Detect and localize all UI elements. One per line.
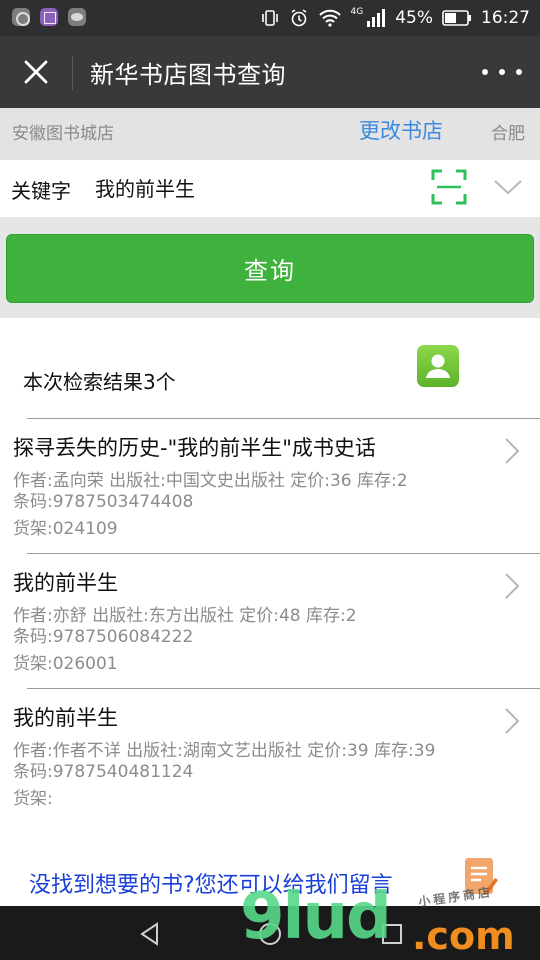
change-store-link[interactable]: 更改书店 <box>359 115 443 145</box>
book-title: 探寻丢失的历史-"我的前半生"成书史话 <box>13 436 376 460</box>
keyword-input[interactable] <box>95 173 395 201</box>
page-title: 新华书店图书查询 <box>90 61 286 89</box>
person-icon <box>426 354 450 378</box>
book-shelf: 货架: <box>13 789 53 809</box>
book-barcode: 条码:9787506084222 <box>13 627 194 647</box>
wifi-icon <box>318 9 341 27</box>
more-dot-icon <box>482 69 488 75</box>
item-divider <box>27 553 540 554</box>
scan-button[interactable] <box>430 168 468 206</box>
result-count: 本次检索结果3个 <box>23 370 176 394</box>
result-item[interactable]: 我的前半生 作者:作者不详 出版社:湖南文艺出版社 定价:39 库存:39 条码… <box>0 688 540 823</box>
keyword-dropdown-button[interactable] <box>492 174 524 200</box>
network-type: 4G <box>350 7 364 17</box>
store-name: 安徽图书城店 <box>12 124 114 144</box>
battery-icon <box>442 10 471 26</box>
chevron-down-icon <box>494 180 522 195</box>
chevron-right-icon <box>505 708 520 734</box>
gallery-notification-icon <box>40 8 58 26</box>
item-divider <box>27 418 540 419</box>
scan-icon <box>431 169 467 205</box>
battery-percent: 45% <box>395 8 433 28</box>
more-dot-icon <box>516 69 522 75</box>
close-icon <box>24 60 48 84</box>
result-item[interactable]: 我的前半生 作者:亦舒 出版社:东方出版社 定价:48 库存:2 条码:9787… <box>0 553 540 688</box>
chat-notification-icon <box>68 8 86 26</box>
clock: 16:27 <box>481 8 530 28</box>
more-dot-icon <box>499 69 505 75</box>
book-barcode: 条码:9787503474408 <box>13 492 194 512</box>
keyword-row: 关键字 <box>0 160 540 217</box>
item-divider <box>27 688 540 689</box>
book-shelf: 货架:024109 <box>13 519 118 539</box>
store-row: 安徽图书城店 更改书店 合肥 <box>0 108 540 160</box>
alarm-icon <box>291 9 306 27</box>
chevron-right-icon <box>505 438 520 464</box>
query-button[interactable]: 查询 <box>6 234 534 303</box>
result-item[interactable]: 探寻丢失的历史-"我的前半生"成书史话 作者:孟向荣 出版社:中国文史出版社 定… <box>0 418 540 553</box>
book-title: 我的前半生 <box>13 571 118 595</box>
status-bar: 4G 45% 16:27 <box>0 0 540 36</box>
close-button[interactable] <box>14 52 58 92</box>
keyword-label: 关键字 <box>11 179 71 203</box>
book-title: 我的前半生 <box>13 706 118 730</box>
watermark-domain: .com <box>412 914 515 958</box>
notification-icons <box>12 8 86 26</box>
store-city: 合肥 <box>491 124 525 144</box>
more-options-button[interactable] <box>482 60 522 84</box>
contact-icon[interactable] <box>417 345 459 387</box>
vibrate-icon <box>261 10 278 26</box>
book-barcode: 条码:9787540481124 <box>13 762 194 782</box>
status-indicators: 4G 45% 16:27 <box>260 0 530 36</box>
signal-icon <box>367 9 386 27</box>
book-shelf: 货架:026001 <box>13 654 118 674</box>
title-bar: 新华书店图书查询 <box>0 36 540 108</box>
chevron-right-icon <box>505 573 520 599</box>
watermark-logo: 9lud <box>240 880 392 954</box>
title-divider <box>72 56 73 90</box>
back-nav-icon[interactable] <box>136 920 164 948</box>
notification-app-icon <box>12 8 30 26</box>
